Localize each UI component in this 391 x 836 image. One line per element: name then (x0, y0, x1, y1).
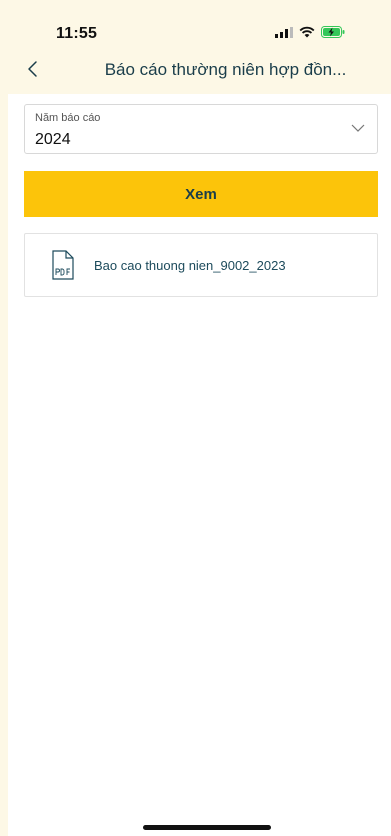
page-title: Báo cáo thường niên hợp đồn... (104, 60, 347, 79)
chevron-down-icon (351, 124, 365, 132)
wifi-icon (299, 26, 315, 38)
year-select-label: Năm báo cáo (35, 112, 101, 124)
status-icons (275, 26, 345, 38)
status-time: 11:55 (56, 25, 98, 42)
screen: 11:55 Báo cáo thường niên hợp đồn... Năm… (0, 0, 391, 836)
home-indicator[interactable] (143, 825, 271, 830)
year-select[interactable]: Năm báo cáo 2024 (24, 104, 378, 154)
file-name: Bao cao thuong nien_9002_2023 (94, 258, 286, 273)
file-item[interactable]: Bao cao thuong nien_9002_2023 (24, 233, 378, 297)
nav-bar: Báo cáo thường niên hợp đồn... (0, 48, 391, 94)
back-chevron-icon[interactable] (22, 58, 44, 80)
view-button[interactable]: Xem (24, 171, 378, 217)
year-select-value: 2024 (35, 131, 71, 148)
content-panel: Năm báo cáo 2024 Xem Bao cao thuong nien… (8, 94, 391, 836)
pdf-icon (52, 250, 74, 280)
signal-icon (275, 26, 293, 38)
battery-charging-icon (321, 26, 345, 38)
status-bar: 11:55 (0, 0, 391, 48)
